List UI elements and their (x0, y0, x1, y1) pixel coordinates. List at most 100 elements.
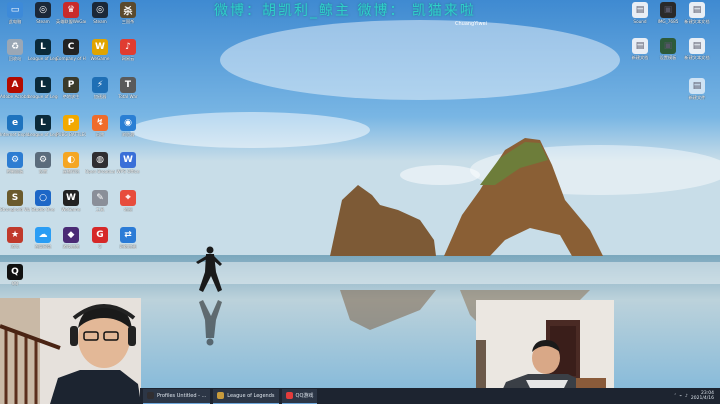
desktop-icon[interactable]: ○ Studio One (29, 190, 57, 222)
desktop-icon-label: 网络加速 (119, 244, 137, 249)
banner-subtitle: ChuangYiwei (455, 21, 488, 27)
desktop-icon[interactable]: ▤ Sound (626, 2, 654, 34)
desktop-icon-label: 设置模板 (659, 55, 677, 60)
file-icon: ▤ (689, 78, 705, 94)
cloud-icon: ☁ (35, 227, 51, 243)
desktop-icon[interactable]: ☁ 百度网盘 (29, 227, 57, 259)
desktop-icon-label: 迅雷 (95, 132, 105, 137)
desktop-icon[interactable]: ▣ 设置模板 (654, 38, 682, 70)
obs-icon: ◍ (92, 152, 108, 168)
map-icon: ⌖ (120, 190, 136, 206)
desktop-icon[interactable]: LLeague of Legends (28, 77, 58, 109)
desktop-icon[interactable]: W WeGame (57, 190, 85, 222)
desktop-icon[interactable]: ⚡ 加速器 (86, 77, 114, 109)
taskbar-items: Profiles Untitled - ... League of Legends… (140, 388, 318, 404)
ie-icon: e (7, 115, 23, 131)
desktop-icon[interactable]: ◎ Steam (29, 2, 57, 34)
desktop-icon[interactable]: ♪ 网易云 (114, 39, 142, 71)
desktop-icon[interactable]: ▤ 新建文档 (626, 38, 654, 70)
desktop-icon[interactable]: ◆ 游戏加加 (57, 227, 85, 259)
browser-icon: ◉ (120, 115, 136, 131)
wps-icon: W (120, 152, 136, 168)
desktop-icon-label: QQ (11, 281, 19, 286)
image-icon: ▣ (660, 38, 676, 54)
obs-icon (147, 392, 154, 399)
desktop-icon[interactable]: ↯ 迅雷 (86, 115, 114, 147)
desktop-icon[interactable]: T Total War (114, 77, 142, 109)
desktop-icon[interactable]: ♻ 回收站 (1, 39, 29, 71)
desktop-icon[interactable]: ⚙ 设置 (29, 152, 57, 184)
clock[interactable]: 23:04 2021/4/16 (691, 391, 714, 401)
desktop-icon[interactable]: ★ 游戏 (1, 227, 29, 259)
desktop-icon[interactable]: ⇄ 网络加速 (114, 227, 142, 259)
computer-icon: ▭ (7, 2, 23, 18)
desktop-icon[interactable]: P 绝地求生 (57, 77, 85, 109)
file-icon: ▤ (632, 2, 648, 18)
clock-date: 2021/4/16 (690, 396, 714, 401)
desktop-icon[interactable]: ⚙ 控制面板 (1, 152, 29, 184)
desktop-icon[interactable]: LLeague of Legends (28, 115, 58, 147)
desktop-icon-label: 英雄联盟WeGame版 (56, 19, 86, 24)
game-icon: ◆ (63, 227, 79, 243)
volume-icon[interactable]: ♪ (685, 394, 688, 399)
desktop-icon-label: 三国杀 (121, 19, 135, 24)
desktop-icon[interactable]: A Adobe Acrobat (0, 77, 30, 109)
desktop-icon-label: Steam (93, 19, 107, 24)
desktop-icon-label: 绝地求生 (62, 94, 80, 99)
desktop-icon[interactable]: ♛英雄联盟WeGame版 (56, 2, 86, 34)
desktop-icon[interactable]: PPUBG BATTLEGROUNDS (56, 115, 86, 147)
desktop-icon[interactable]: ◎ Steam (86, 2, 114, 34)
desktop-icon-label: Company of Heroes 2 (56, 56, 86, 61)
desktop-icon-label: 浏览器 (121, 132, 135, 137)
desktop-icon[interactable]: 杀三国杀 (114, 2, 142, 34)
lol-icon: L (35, 39, 51, 55)
desktop-icon-label: 工具 (95, 207, 105, 212)
desktop-icon[interactable]: ▤ 新建文本文档 (683, 2, 711, 34)
desktop-icon-label: 加速器 (93, 94, 107, 99)
file-icon: ▤ (689, 38, 705, 54)
file-icon: ▤ (632, 38, 648, 54)
desktop-icon[interactable]: ◐ 直播伴侣 (57, 152, 85, 184)
desktop-icon[interactable]: ✎ 工具 (86, 190, 114, 222)
desktop-icon[interactable]: CCompany of Heroes 2 (56, 39, 86, 71)
live-icon: ◐ (63, 152, 79, 168)
desktop-icon[interactable]: ▤ 新建文本文档 (683, 38, 711, 70)
taskbar-app-label: QQ游戏 (295, 393, 314, 399)
desktop-icon-label: 新建文件 (688, 95, 706, 100)
qq-icon: Q (7, 264, 23, 280)
desktop-icon[interactable]: W WeGame (86, 39, 114, 71)
desktop-icon[interactable]: ◍Open Broadcaster (85, 152, 115, 184)
desktop-icon-label: WeGame (61, 207, 81, 212)
desktop-icon-label: 此电脑 (8, 19, 22, 24)
desktop-icon-label: 游戏 (10, 244, 20, 249)
chevron-up-icon[interactable]: ˄ (674, 394, 676, 399)
network-icon[interactable]: ⌁ (679, 394, 682, 399)
taskbar-app-button[interactable]: Profiles Untitled - ... (143, 388, 211, 404)
desktop-icon[interactable]: GG (86, 227, 114, 259)
desktop-icon[interactable]: ▤ 新建文件 (683, 78, 711, 110)
stronghold-icon: S (7, 190, 23, 206)
desktop-icon[interactable]: LLeague of Legends (28, 39, 58, 71)
desktop-icon[interactable]: eInternet Explorer (0, 115, 30, 147)
desktop-icon[interactable]: W WPS Office (114, 152, 142, 184)
desktop-icon[interactable]: ▭ 此电脑 (1, 2, 29, 34)
control-panel-icon: ⚙ (7, 152, 23, 168)
desktop-icon-label: 新建文本文档 (684, 55, 710, 60)
desktop-icon-label: Sound (633, 19, 647, 24)
desktop-icon-label: 控制面板 (6, 169, 24, 174)
game-icon: 杀 (120, 2, 136, 18)
desktop-icon[interactable]: ◉ 浏览器 (114, 115, 142, 147)
desktop-icon[interactable]: ⌖ 地图 (114, 190, 142, 222)
lol-icon: L (35, 115, 51, 131)
desktop-icon-label: Studio One (31, 207, 55, 212)
taskbar-app-label: Profiles Untitled - ... (157, 392, 207, 399)
studio-icon: ○ (35, 190, 51, 206)
desktop-icon[interactable]: Q QQ (1, 264, 29, 296)
desktop-icon[interactable]: ▣ IMG_7685 (654, 2, 682, 34)
game-icon: ★ (7, 227, 23, 243)
taskbar-app-button[interactable]: QQ游戏 (281, 388, 318, 404)
desktop-icon-label: 新建文档 (631, 55, 649, 60)
taskbar-app-button[interactable]: League of Legends (213, 388, 279, 404)
tool-icon: ✎ (92, 190, 108, 206)
desktop-icon[interactable]: SStronghold Warlords (0, 190, 30, 222)
